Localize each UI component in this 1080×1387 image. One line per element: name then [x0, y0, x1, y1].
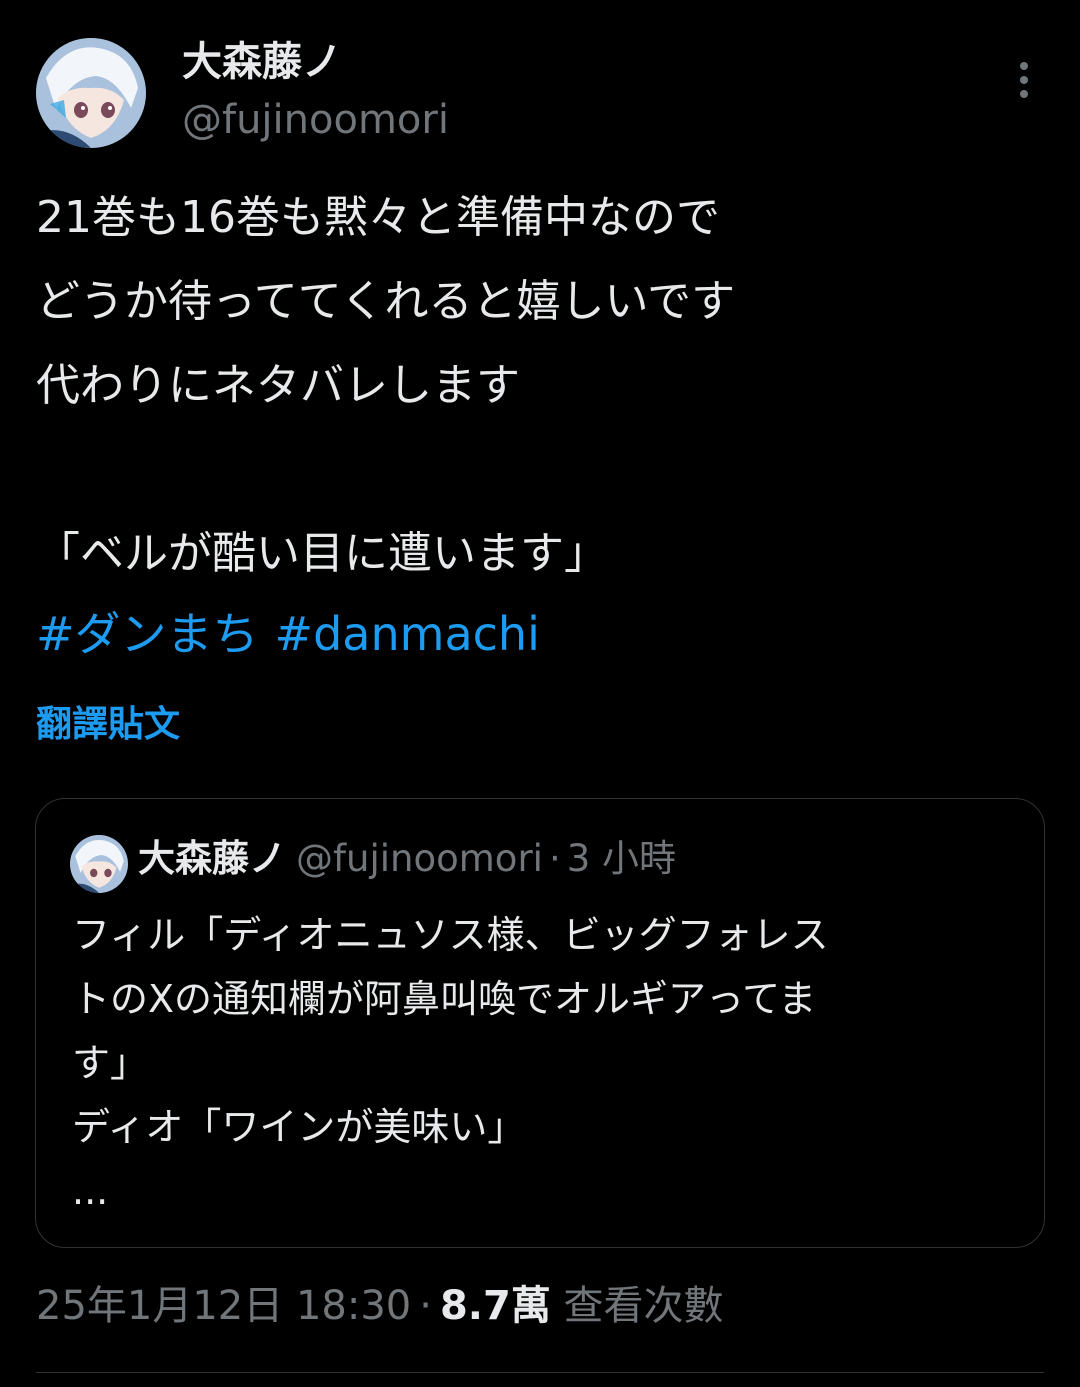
- hashtag-link[interactable]: #ダンまち: [36, 607, 259, 661]
- author-avatar[interactable]: [36, 38, 146, 148]
- post-timestamp[interactable]: 25年1月12日 18:30: [36, 1283, 411, 1329]
- quote-text-line: す」: [72, 1041, 149, 1085]
- quote-text-line: フィル「ディオニュソス様、ビッグフォレス: [72, 913, 829, 957]
- separator-dot: ·: [548, 837, 561, 880]
- hashtag-row: #ダンまち #danmachi: [36, 596, 556, 672]
- quote-text-line: トのXの通知欄が阿鼻叫喚でオルギアってま: [72, 977, 817, 1021]
- post-text-line: 21巻も16巻も黙々と準備中なので: [36, 192, 720, 243]
- avatar-illustration: [70, 835, 128, 893]
- post-meta: 25年1月12日 18:30 · 8.7萬 查看次數: [36, 1278, 724, 1334]
- quoted-post-card[interactable]: 大森藤ノ @fujinoomori · 3 小時 フィル「ディオニュソス様、ビッグフォ…: [35, 798, 1045, 1248]
- author-handle[interactable]: @fujinoomori: [182, 96, 449, 144]
- author-display-name[interactable]: 大森藤ノ: [182, 38, 342, 86]
- translate-post-link[interactable]: 翻譯貼文: [36, 700, 180, 750]
- post-text: 21巻も16巻も黙々と準備中なので どうか待っててくれると嬉しいです 代わりにネ…: [36, 176, 1046, 596]
- more-vertical-icon[interactable]: [1008, 60, 1040, 100]
- post-detail: 大森藤ノ @fujinoomori 21巻も16巻も黙々と準備中なので どうか待…: [0, 0, 1080, 1387]
- views-label: 查看次數: [563, 1283, 724, 1329]
- hashtag-link[interactable]: #danmachi: [275, 607, 540, 661]
- divider: [36, 1372, 1044, 1373]
- quote-text: フィル「ディオニュソス様、ビッグフォレス トのXの通知欄が阿鼻叫喚でオルギアって…: [72, 903, 1012, 1223]
- post-text-line: [36, 428, 1046, 512]
- post-text-line: 「ベルが酷い目に遭います」: [36, 528, 608, 579]
- avatar-illustration: [36, 38, 146, 148]
- post-text-line: どうか待っててくれると嬉しいです: [36, 276, 736, 327]
- quote-header: 大森藤ノ @fujinoomori · 3 小時: [138, 833, 676, 885]
- quote-author-avatar: [70, 835, 128, 893]
- quote-author-handle: @fujinoomori: [296, 837, 543, 880]
- quote-text-line: ...: [72, 1169, 109, 1213]
- views-count: 8.7萬: [439, 1283, 551, 1329]
- quote-author-name: 大森藤ノ: [138, 837, 286, 880]
- post-text-line: 代わりにネタバレします: [36, 360, 520, 411]
- separator-dot: ·: [419, 1283, 432, 1329]
- quote-timestamp: 3 小時: [566, 837, 677, 880]
- quote-text-line: ディオ「ワインが美味い」: [72, 1105, 526, 1149]
